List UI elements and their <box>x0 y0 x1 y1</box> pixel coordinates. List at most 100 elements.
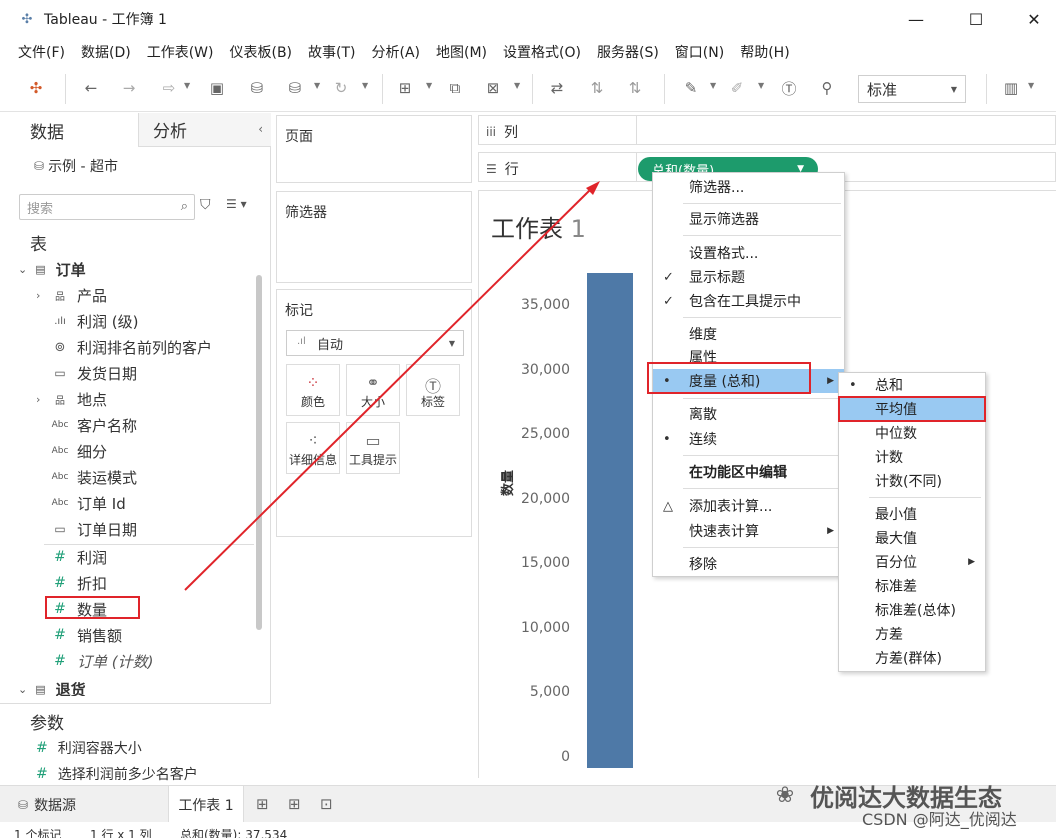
chevron-down-icon[interactable]: ▼ <box>758 81 764 90</box>
menu-analysis[interactable]: 分析(A) <box>364 42 429 62</box>
new-worksheet-icon[interactable]: ⊞ <box>256 795 269 813</box>
field-item[interactable]: # 折扣 <box>0 570 260 596</box>
color-button[interactable]: ⁘ 颜色 <box>286 364 340 416</box>
detail-button[interactable]: ⁖ 详细信息 <box>286 422 340 474</box>
menu-file[interactable]: 文件(F) <box>10 42 73 62</box>
menu-story[interactable]: 故事(T) <box>300 42 363 62</box>
menu-window[interactable]: 窗口(N) <box>667 42 732 62</box>
replay-icon[interactable]: ⇨ <box>158 77 180 99</box>
pause-updates-icon[interactable]: ⛁ <box>284 77 306 99</box>
fit-select[interactable]: 标准 ▼ <box>858 75 966 103</box>
menu-dashboard[interactable]: 仪表板(B) <box>221 42 300 62</box>
sheet-tab-1[interactable]: 工作表 1 <box>168 786 244 823</box>
menu-item-discrete[interactable]: 离散 <box>653 402 844 426</box>
swap-icon[interactable]: ⇄ <box>546 77 568 99</box>
pages-shelf[interactable]: 页面 <box>276 115 472 183</box>
close-button[interactable]: ✕ <box>1004 0 1056 38</box>
submenu-item-stdev[interactable]: 标准差 <box>839 574 985 598</box>
submenu-item-count-distinct[interactable]: 计数(不同) <box>839 469 985 493</box>
group-icon[interactable]: ✐ <box>726 77 748 99</box>
menu-format[interactable]: 设置格式(O) <box>495 42 589 62</box>
menu-help[interactable]: 帮助(H) <box>732 42 797 62</box>
field-item[interactable]: # 利润 <box>0 544 260 570</box>
menu-server[interactable]: 服务器(S) <box>589 42 667 62</box>
view-options-icon[interactable]: ☰ ▾ <box>226 197 247 211</box>
bar[interactable] <box>587 273 633 768</box>
menu-item-edit-in-shelf[interactable]: 在功能区中编辑 <box>653 460 844 484</box>
collapse-icon[interactable]: ‹ <box>258 122 263 136</box>
size-button[interactable]: ⚭ 大小 <box>346 364 400 416</box>
field-item[interactable]: ▭ 发货日期 <box>0 360 260 386</box>
field-item[interactable]: › 品 产品 <box>0 282 260 308</box>
submenu-item-stdevp[interactable]: 标准差(总体) <box>839 598 985 622</box>
menu-item-show-filter[interactable]: 显示筛选器 <box>653 207 844 231</box>
refresh-icon[interactable]: ↻ <box>330 77 352 99</box>
chevron-down-icon[interactable]: ▼ <box>1028 81 1034 90</box>
clear-sheet-icon[interactable]: ⊠ <box>482 77 504 99</box>
undo-icon[interactable]: ← <box>80 77 102 99</box>
menu-item-dimension[interactable]: 维度 <box>653 322 844 346</box>
submenu-item-max[interactable]: 最大值 <box>839 526 985 550</box>
menu-item-remove[interactable]: 移除 <box>653 552 844 576</box>
field-item[interactable]: # 订单 (计数) <box>0 648 260 674</box>
search-input[interactable]: 搜索 ⌕ <box>19 194 195 220</box>
menu-map[interactable]: 地图(M) <box>428 42 495 62</box>
submenu-item-min[interactable]: 最小值 <box>839 502 985 526</box>
field-item[interactable]: ▭ 订单日期 <box>0 516 260 542</box>
highlight-icon[interactable]: ✎ <box>680 77 702 99</box>
menu-worksheet[interactable]: 工作表(W) <box>139 42 222 62</box>
table-returns[interactable]: ⌄ ▤ 退货 <box>18 682 86 696</box>
sort-descending-icon[interactable]: ⇅ <box>624 77 646 99</box>
datasource[interactable]: ⛁ 示例 - 超市 <box>34 156 118 176</box>
maximize-button[interactable]: ☐ <box>946 0 1006 38</box>
menu-item-format[interactable]: 设置格式... <box>653 241 844 265</box>
menu-item-quick-table-calc[interactable]: 快速表计算 ▶ <box>653 519 844 543</box>
mark-type-select[interactable]: .ıl 自动 ▼ <box>286 330 464 356</box>
chevron-down-icon[interactable]: ▼ <box>710 81 716 90</box>
new-dashboard-icon[interactable]: ⊞ <box>288 795 301 813</box>
submenu-item-median[interactable]: 中位数 <box>839 421 985 445</box>
tooltip-button[interactable]: ▭ 工具提示 <box>346 422 400 474</box>
new-worksheet-icon[interactable]: ⊞ <box>394 77 416 99</box>
field-item[interactable]: Abc 装运模式 <box>0 464 260 490</box>
chevron-down-icon[interactable]: ▼ <box>514 81 520 90</box>
field-item[interactable]: # 销售额 <box>0 622 260 648</box>
submenu-item-sum[interactable]: • 总和 <box>839 373 985 397</box>
submenu-item-count[interactable]: 计数 <box>839 445 985 469</box>
field-item[interactable]: › 品 地点 <box>0 386 260 412</box>
field-item[interactable]: Abc 订单 Id <box>0 490 260 516</box>
pin-icon[interactable]: ⚲ <box>816 77 838 99</box>
save-icon[interactable]: ▣ <box>206 77 228 99</box>
menu-item-filter[interactable]: 筛选器... <box>653 175 844 199</box>
menu-item-show-header[interactable]: ✓ 显示标题 <box>653 265 844 289</box>
menu-item-continuous[interactable]: • 连续 <box>653 427 844 451</box>
field-item[interactable]: Abc 细分 <box>0 438 260 464</box>
tableau-home-icon[interactable]: ✣ <box>25 77 47 99</box>
sort-ascending-icon[interactable]: ⇅ <box>586 77 608 99</box>
datasource-tab[interactable]: ⛁ 数据源 <box>18 795 76 815</box>
chevron-down-icon[interactable]: ▼ <box>314 81 320 90</box>
chevron-down-icon[interactable]: ⌄ <box>18 263 27 276</box>
submenu-item-variance-pop[interactable]: 方差(群体) <box>839 646 985 670</box>
duplicate-sheet-icon[interactable]: ⧉ <box>444 77 466 99</box>
parameter-item[interactable]: # 利润容器大小 <box>36 738 142 758</box>
new-datasource-icon[interactable]: ⛁ <box>246 77 268 99</box>
chevron-down-icon[interactable]: ▼ <box>426 81 432 90</box>
tab-analysis[interactable]: 分析 ‹ <box>138 113 271 147</box>
new-story-icon[interactable]: ⊡ <box>320 795 333 813</box>
redo-icon[interactable]: → <box>118 77 140 99</box>
filters-shelf[interactable]: 筛选器 <box>276 191 472 283</box>
chevron-right-icon[interactable]: › <box>36 393 40 406</box>
menu-item-include-tooltip[interactable]: ✓ 包含在工具提示中 <box>653 289 844 313</box>
columns-shelf[interactable]: iii 列 <box>478 115 1056 145</box>
submenu-item-percentile[interactable]: 百分位 ▶ <box>839 550 985 574</box>
menu-item-add-table-calc[interactable]: △ 添加表计算... <box>653 494 844 518</box>
table-orders[interactable]: ⌄ ▤ 订单 <box>18 256 86 282</box>
show-me-icon[interactable]: ▥ <box>1000 77 1022 99</box>
parameter-item[interactable]: # 选择利润前多少名客户 <box>36 764 198 784</box>
field-item[interactable]: Abc 客户名称 <box>0 412 260 438</box>
chevron-down-icon[interactable]: ▼ <box>362 81 368 90</box>
submenu-item-variance[interactable]: 方差 <box>839 622 985 646</box>
field-item[interactable]: .ılı 利润 (级) <box>0 308 260 334</box>
chevron-down-icon[interactable]: ▼ <box>184 81 190 90</box>
